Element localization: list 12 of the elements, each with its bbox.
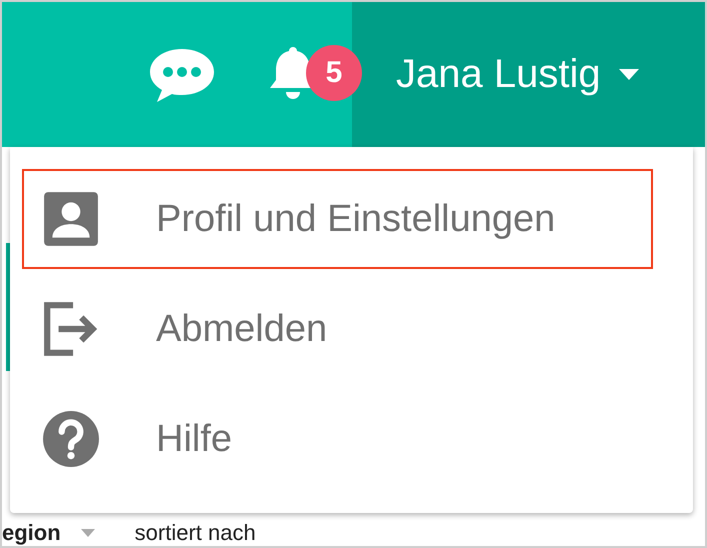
- sort-label: sortiert nach: [134, 520, 256, 546]
- caret-icon: [80, 528, 95, 536]
- notification-badge: 5: [306, 44, 362, 100]
- menu-item[interactable]: Abmelden: [22, 279, 653, 379]
- menu-item[interactable]: Profil und Einstellungen: [22, 169, 653, 269]
- user-menu-button[interactable]: Jana Lustig: [352, 2, 705, 147]
- caret-icon: [618, 68, 639, 80]
- help-icon: [42, 410, 100, 468]
- exit-arrow-icon: [42, 300, 100, 358]
- menu-item[interactable]: Hilfe: [22, 389, 653, 489]
- filter-dropdown[interactable]: egion: [2, 520, 95, 546]
- person-card-icon: [42, 190, 100, 248]
